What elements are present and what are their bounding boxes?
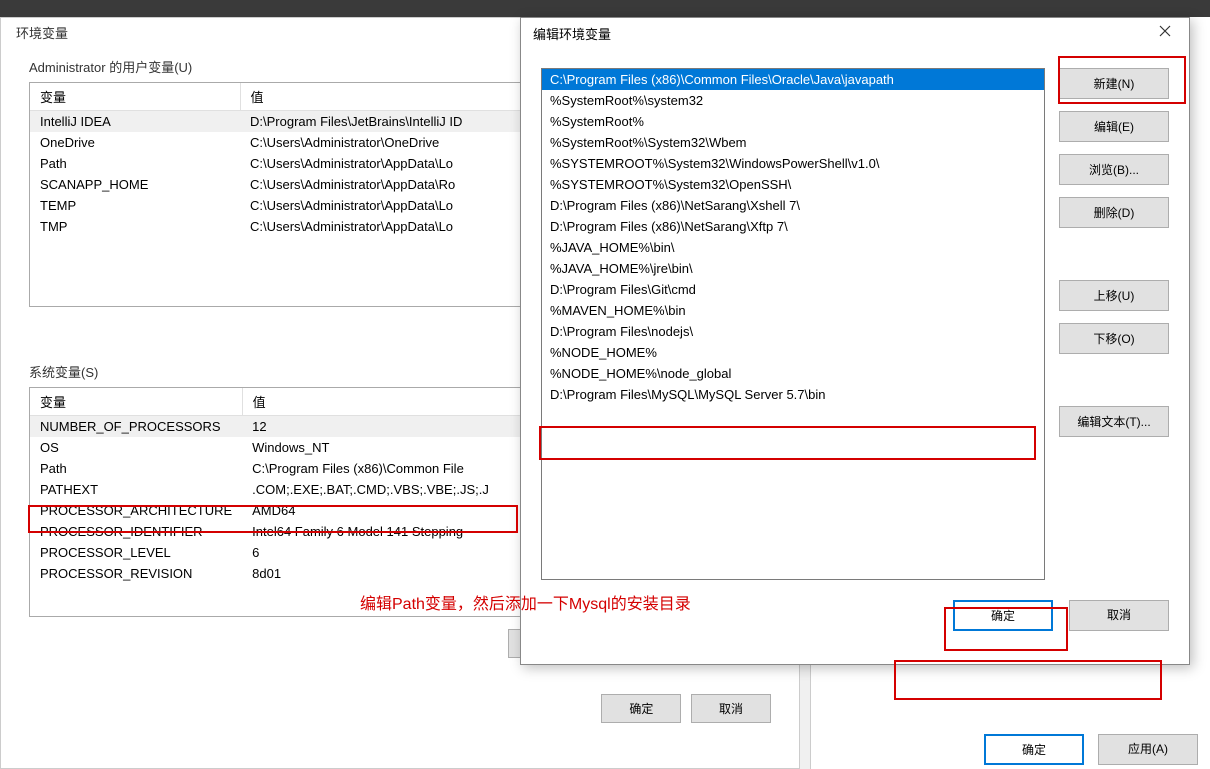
edit-env-var-dialog: 编辑环境变量 C:\Program Files (x86)\Common Fil… xyxy=(520,17,1190,665)
move-down-button[interactable]: 下移(O) xyxy=(1059,323,1169,354)
path-item[interactable]: %JAVA_HOME%\bin\ xyxy=(542,237,1044,258)
edit-dialog-title: 编辑环境变量 xyxy=(533,24,611,43)
new-button[interactable]: 新建(N) xyxy=(1059,68,1169,99)
path-item[interactable]: %SYSTEMROOT%\System32\WindowsPowerShell\… xyxy=(542,153,1044,174)
path-item[interactable]: %NODE_HOME%\node_global xyxy=(542,363,1044,384)
move-up-button[interactable]: 上移(U) xyxy=(1059,280,1169,311)
browse-button[interactable]: 浏览(B)... xyxy=(1059,154,1169,185)
path-list[interactable]: C:\Program Files (x86)\Common Files\Orac… xyxy=(541,68,1045,580)
path-item[interactable]: D:\Program Files\nodejs\ xyxy=(542,321,1044,342)
close-icon xyxy=(1159,25,1171,37)
path-item[interactable]: D:\Program Files (x86)\NetSarang\Xftp 7\ xyxy=(542,216,1044,237)
edit-titlebar: 编辑环境变量 xyxy=(521,18,1189,48)
delete-button[interactable]: 删除(D) xyxy=(1059,197,1169,228)
path-item[interactable]: %JAVA_HOME%\jre\bin\ xyxy=(542,258,1044,279)
path-item[interactable]: %NODE_HOME% xyxy=(542,342,1044,363)
highlight-apply-area xyxy=(894,660,1162,700)
path-item[interactable]: %SYSTEMROOT%\System32\OpenSSH\ xyxy=(542,174,1044,195)
path-item[interactable]: D:\Program Files (x86)\NetSarang\Xshell … xyxy=(542,195,1044,216)
back-cancel-button[interactable]: 取消 xyxy=(691,694,771,723)
edit-button[interactable]: 编辑(E) xyxy=(1059,111,1169,142)
col-header-var[interactable]: 变量 xyxy=(30,388,242,416)
edit-cancel-button[interactable]: 取消 xyxy=(1069,600,1169,631)
annotation-text: 编辑Path变量，然后添加一下Mysql的安装目录 xyxy=(360,590,691,614)
edit-ok-button[interactable]: 确定 xyxy=(953,600,1053,631)
path-item[interactable]: %SystemRoot% xyxy=(542,111,1044,132)
back-ok-button[interactable]: 确定 xyxy=(601,694,681,723)
far-right-apply-button[interactable]: 应用(A) xyxy=(1098,734,1198,765)
path-item[interactable]: %SystemRoot%\System32\Wbem xyxy=(542,132,1044,153)
path-item[interactable]: D:\Program Files\Git\cmd xyxy=(542,279,1044,300)
path-item[interactable]: %MAVEN_HOME%\bin xyxy=(542,300,1044,321)
edit-text-button[interactable]: 编辑文本(T)... xyxy=(1059,406,1169,437)
path-item[interactable]: D:\Program Files\MySQL\MySQL Server 5.7\… xyxy=(542,384,1044,405)
path-item[interactable]: %SystemRoot%\system32 xyxy=(542,90,1044,111)
top-bar xyxy=(0,0,1210,17)
far-right-ok-button[interactable]: 确定 xyxy=(984,734,1084,765)
path-item[interactable]: C:\Program Files (x86)\Common Files\Orac… xyxy=(542,69,1044,90)
col-header-var[interactable]: 变量 xyxy=(30,83,240,111)
close-button[interactable] xyxy=(1145,21,1185,45)
